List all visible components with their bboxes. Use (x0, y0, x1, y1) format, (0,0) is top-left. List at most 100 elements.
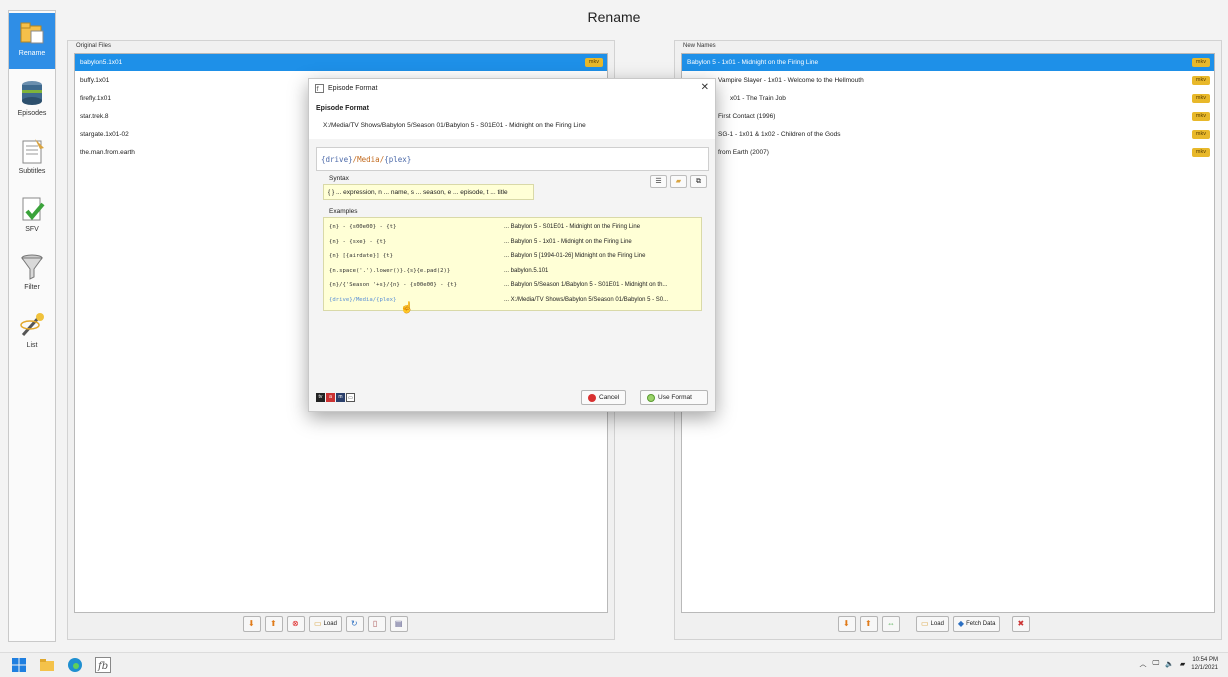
sidebar-item-list[interactable]: List (9, 305, 55, 361)
file-name: stargate.1x01-02 (80, 131, 129, 138)
clock[interactable]: 10:54 PM 12/1/2021 (1191, 656, 1218, 672)
list-view-icon: ☰ (655, 178, 662, 185)
settings-button[interactable]: ✖ (1012, 616, 1031, 632)
arrow-up-icon: ⬆ (865, 619, 872, 628)
list-item[interactable]: First Contact (1996) mkv (682, 108, 1214, 125)
app-title: Rename (587, 9, 641, 25)
windows-start-icon[interactable] (11, 657, 27, 673)
list-item[interactable]: from Earth (2007) mkv (682, 144, 1214, 161)
sidebar-item-filter[interactable]: Filter (9, 247, 55, 303)
filebot-app-icon[interactable]: fb (95, 657, 111, 673)
folder-icon: ▭ (921, 619, 929, 628)
copy-button[interactable]: ⧉ (690, 175, 707, 188)
volume-icon[interactable]: 🔈 (1165, 660, 1174, 668)
tvmaze-icon[interactable]: m (336, 393, 345, 402)
list-item[interactable]: Vampire Slayer - 1x01 - Welcome to the H… (682, 72, 1214, 89)
dialog-titlebar: f Episode Format (315, 84, 377, 93)
match-button[interactable]: ⇔ (882, 616, 900, 632)
sidebar-item-subtitles[interactable]: Subtitles (9, 131, 55, 187)
extension-badge: mkv (584, 58, 603, 67)
move-down-button[interactable]: ⬇ (243, 616, 261, 632)
list-item[interactable]: x01 - The Train Job mkv (682, 90, 1214, 107)
format-part: {drive} (321, 155, 353, 164)
format-input[interactable]: {drive}/Media/{plex} (316, 147, 709, 171)
battery-icon[interactable]: ▰ (1180, 660, 1185, 668)
example-output: ... Babylon 5 [1994-01-26] Midnight on t… (504, 253, 646, 260)
sidebar-item-label: Episodes (17, 110, 47, 117)
use-format-button[interactable]: Use Format (640, 390, 708, 405)
format-tools: ☰ ▰ ⧉ (650, 175, 707, 188)
new-names-list[interactable]: Babylon 5 - 1x01 - Midnight on the Firin… (681, 53, 1215, 613)
move-up-button[interactable]: ⬆ (265, 616, 283, 632)
file-name: star.trek.8 (80, 113, 109, 120)
network-icon[interactable]: 🖵 (1152, 660, 1159, 668)
list-item[interactable]: babylon5.1x01 mkv (75, 54, 607, 71)
sidebar-item-label: Subtitles (18, 168, 46, 175)
arrow-down-icon: ⬇ (248, 619, 255, 628)
file-explorer-icon[interactable] (39, 657, 55, 673)
example-row[interactable]: {n} - {s00e00} - {t} ... Babylon 5 - S01E… (324, 220, 701, 235)
example-code: {n} - {s00e00} - {t} (329, 224, 397, 230)
close-icon[interactable]: ✕ (701, 82, 709, 93)
taskbar: fb ︿ 🖵 🔈 ▰ 10:54 PM 12/1/2021 (0, 652, 1228, 677)
cancel-button[interactable]: Cancel (581, 390, 627, 405)
format-part: /Media/ (352, 155, 385, 164)
clock-date: 12/1/2021 (1191, 665, 1218, 671)
example-output: ... babylon.5.101 (504, 267, 549, 274)
panel-title: New Names (683, 43, 716, 49)
match-arrows-icon: ⇔ (887, 619, 895, 628)
list-item[interactable]: Babylon 5 - 1x01 - Midnight on the Firin… (682, 54, 1214, 71)
examples-label: Examples (329, 208, 358, 215)
extension-badge: mkv (1191, 112, 1210, 121)
move-up-button[interactable]: ⬆ (860, 616, 878, 632)
example-code: {n.space('.').lower()}.{s}{e.pad(2)} (329, 267, 451, 274)
format-preview: X:/Media/TV Shows/Babylon 5/Season 01/Ba… (323, 122, 586, 129)
tvdb-icon[interactable]: tv (316, 393, 325, 402)
panel-title: Original Files (76, 43, 112, 49)
cancel-icon (588, 393, 596, 402)
episodes-icon (22, 81, 42, 105)
svg-text:fb: fb (97, 661, 108, 672)
new-name: from Earth (2007) (718, 149, 769, 156)
sidebar-item-label: Rename (18, 50, 46, 57)
example-code: {n}/{'Season '+s}/{n} - {s00e00} - {t} (329, 282, 457, 289)
move-down-button[interactable]: ⬇ (838, 616, 856, 632)
remove-icon: ⊗ (292, 619, 299, 628)
refresh-button[interactable]: ↻ (345, 616, 364, 632)
hand-cursor-icon: ☝ (400, 302, 414, 314)
example-row[interactable]: {n.space('.').lower()}.{s}{e.pad(2)} ... … (324, 264, 701, 279)
tv-icon[interactable]: ▭ (346, 393, 355, 402)
data-source-icons: tv a m ▭ (316, 393, 355, 402)
load-button[interactable]: ▭ Load (916, 616, 949, 632)
example-row[interactable]: {n}/{'Season '+s}/{n} - {s00e00} - {t}..… (324, 278, 701, 293)
load-button[interactable]: ▭ Load (309, 616, 342, 632)
sidebar-item-rename[interactable]: Rename (9, 13, 55, 69)
list-view-button[interactable]: ☰ (650, 175, 667, 188)
list-item[interactable]: SG-1 - 1x01 & 1x02 - Children of the God… (682, 126, 1214, 143)
export-button[interactable]: ▤ (389, 616, 408, 632)
syntax-label: Syntax (329, 175, 349, 182)
original-toolbar: ⬇ ⬆ ⊗ ▭ Load ↻ ▯ ▤ (243, 616, 408, 632)
example-output: ... Babylon 5/Season 1/Babylon 5 - S01E0… (504, 282, 668, 289)
clear-button[interactable]: ▯ (367, 616, 386, 632)
example-code: {drive}/Media/{plex} (329, 297, 397, 303)
sfv-icon (22, 197, 45, 221)
example-row[interactable]: {n} [{airdate}] {t} ... Babylon 5 [1994-0… (324, 249, 701, 264)
episode-format-dialog: f Episode Format ✕ Episode Format X:/Med… (308, 78, 716, 412)
sidebar-item-label: List (26, 342, 38, 349)
example-row[interactable]: {n} - {sxe} - {t} ... Babylon 5 - 1x01 - … (324, 235, 701, 250)
edge-browser-icon[interactable] (67, 657, 83, 673)
examples-list: {n} - {s00e00} - {t} ... Babylon 5 - S01E… (323, 217, 702, 311)
refresh-icon: ↻ (350, 619, 358, 628)
extension-badge: mkv (1191, 94, 1210, 103)
open-folder-button[interactable]: ▰ (670, 175, 687, 188)
new-name: SG-1 - 1x01 & 1x02 - Children of the God… (718, 131, 841, 138)
fetch-data-button[interactable]: ◆ Fetch Data (952, 616, 1001, 632)
extension-badge: mkv (1191, 58, 1210, 67)
sidebar-item-sfv[interactable]: SFV (9, 189, 55, 245)
remove-button[interactable]: ⊗ (287, 616, 305, 632)
sidebar-item-episodes[interactable]: Episodes (9, 73, 55, 129)
anidb-icon[interactable]: a (326, 393, 335, 402)
example-row[interactable]: {drive}/Media/{plex} ... X:/Media/TV Show… (324, 293, 701, 308)
chevron-up-icon[interactable]: ︿ (1139, 659, 1146, 669)
